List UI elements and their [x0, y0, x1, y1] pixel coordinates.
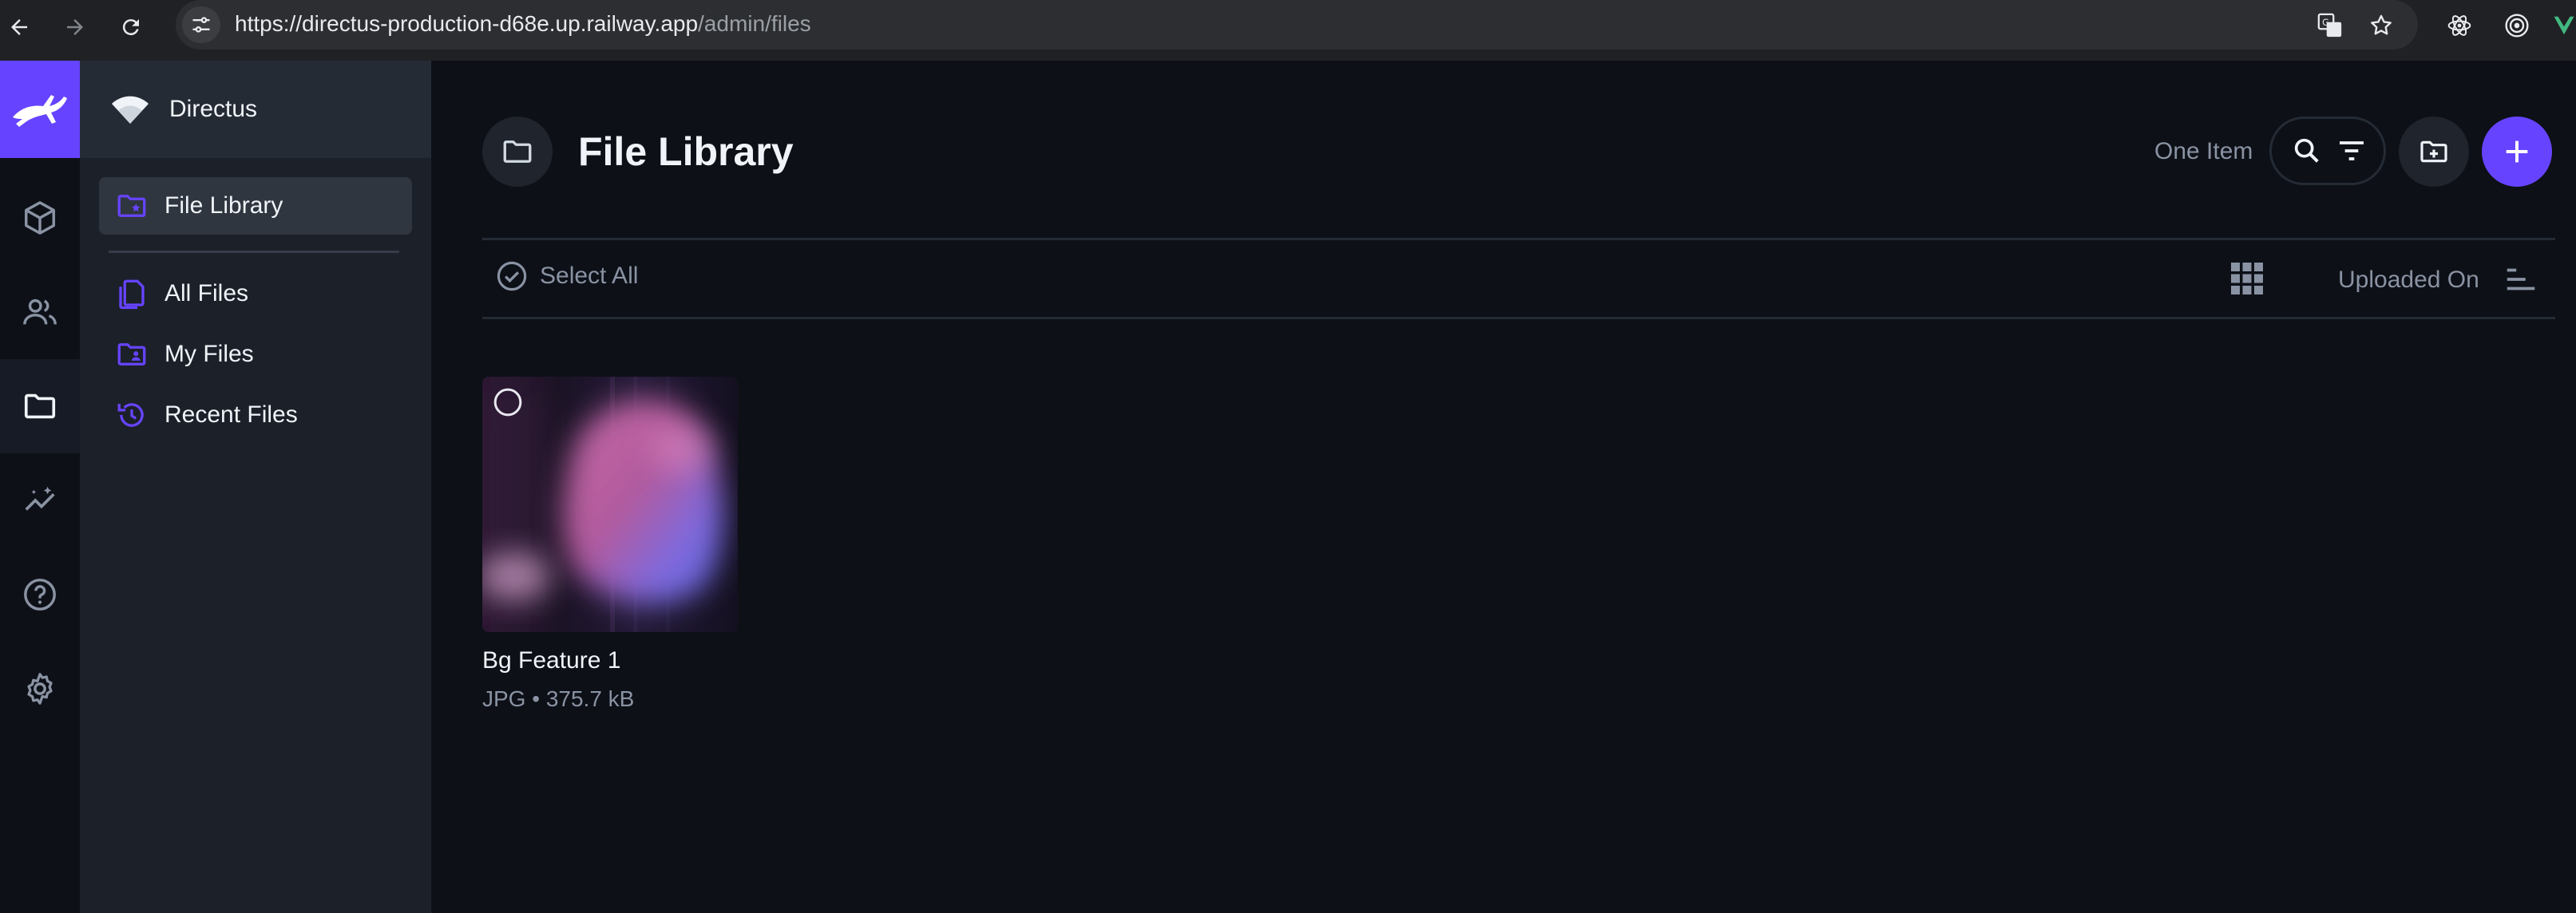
url-host: https://directus-production-d68e.up.rail…: [235, 11, 699, 36]
url-text[interactable]: https://directus-production-d68e.up.rail…: [235, 10, 811, 38]
settings-gear-icon: [22, 670, 58, 707]
reload-icon[interactable]: [112, 8, 150, 46]
forward-icon[interactable]: [56, 8, 94, 46]
project-header[interactable]: Directus: [80, 61, 431, 158]
plus-icon: [2501, 136, 2533, 168]
search-icon[interactable]: [2291, 135, 2323, 167]
bookmark-star-icon[interactable]: [2364, 8, 2399, 43]
select-all-label: Select All: [540, 263, 639, 289]
project-logo-icon: [109, 88, 152, 131]
vue-extension-icon[interactable]: [2552, 8, 2576, 43]
sort-field-label[interactable]: Uploaded On: [2338, 264, 2479, 296]
sort-direction-icon[interactable]: [2503, 261, 2539, 298]
nav-item-all-files[interactable]: All Files: [99, 265, 412, 322]
create-folder-button[interactable]: [2399, 117, 2469, 187]
check-circle-icon: [495, 259, 529, 293]
navigation-sidebar: Directus File Library All Files My Files…: [80, 61, 431, 913]
svg-text:G: G: [2322, 17, 2329, 28]
users-icon: [22, 294, 58, 330]
module-users[interactable]: [0, 265, 80, 359]
folder-icon: [22, 388, 58, 425]
browser-toolbar: https://directus-production-d68e.up.rail…: [0, 0, 2576, 61]
folder-special-icon: [112, 186, 152, 226]
target-extension-icon[interactable]: [2499, 8, 2534, 43]
site-settings-icon[interactable]: [182, 6, 220, 43]
help-icon: [22, 576, 58, 613]
item-count: One Item: [2154, 138, 2253, 164]
module-content[interactable]: [0, 171, 80, 265]
file-meta: JPG • 375.7 kB: [482, 686, 635, 711]
nav-item-label: Recent Files: [164, 401, 298, 428]
insights-icon: [22, 482, 58, 519]
module-help[interactable]: [0, 547, 80, 642]
nav-item-file-library[interactable]: File Library: [99, 177, 412, 235]
file-title: Bg Feature 1: [482, 647, 621, 674]
nav-divider: [109, 251, 399, 253]
title-folder-icon: [482, 117, 553, 187]
create-folder-icon: [2418, 136, 2450, 168]
grid-size-icon[interactable]: [2228, 259, 2266, 298]
page-title: File Library: [578, 129, 794, 174]
file-card[interactable]: Bg Feature 1 JPG • 375.7 kB: [482, 377, 738, 713]
select-all-button[interactable]: Select All: [495, 259, 638, 293]
history-icon: [112, 395, 152, 435]
select-checkbox-icon[interactable]: [492, 386, 524, 418]
module-bar: [0, 61, 80, 913]
module-settings[interactable]: [0, 642, 80, 736]
directus-logo[interactable]: [0, 61, 80, 158]
search-filter-pill[interactable]: [2269, 117, 2386, 185]
file-thumbnail[interactable]: [482, 377, 738, 632]
main-content: File Library One Item Select All Uploade…: [431, 61, 2576, 913]
back-icon[interactable]: [0, 8, 38, 46]
add-file-button[interactable]: [2482, 117, 2552, 187]
nav-item-recent-files[interactable]: Recent Files: [99, 386, 412, 444]
content-cube-icon: [22, 200, 58, 236]
nav-item-label: My Files: [164, 341, 254, 367]
folder-shared-icon: [112, 334, 152, 374]
module-insights[interactable]: [0, 453, 80, 547]
layout-toolbar: Select All Uploaded On: [482, 238, 2555, 319]
translate-icon[interactable]: G: [2312, 8, 2348, 43]
files-copy-icon: [112, 274, 152, 314]
filter-icon[interactable]: [2336, 135, 2368, 167]
project-name: Directus: [169, 96, 258, 122]
nav-item-my-files[interactable]: My Files: [99, 326, 412, 383]
module-files[interactable]: [0, 359, 80, 453]
react-extension-icon[interactable]: [2442, 8, 2477, 43]
nav-item-label: File Library: [164, 192, 283, 219]
url-path: /admin/files: [698, 11, 811, 36]
nav-item-label: All Files: [164, 280, 249, 306]
